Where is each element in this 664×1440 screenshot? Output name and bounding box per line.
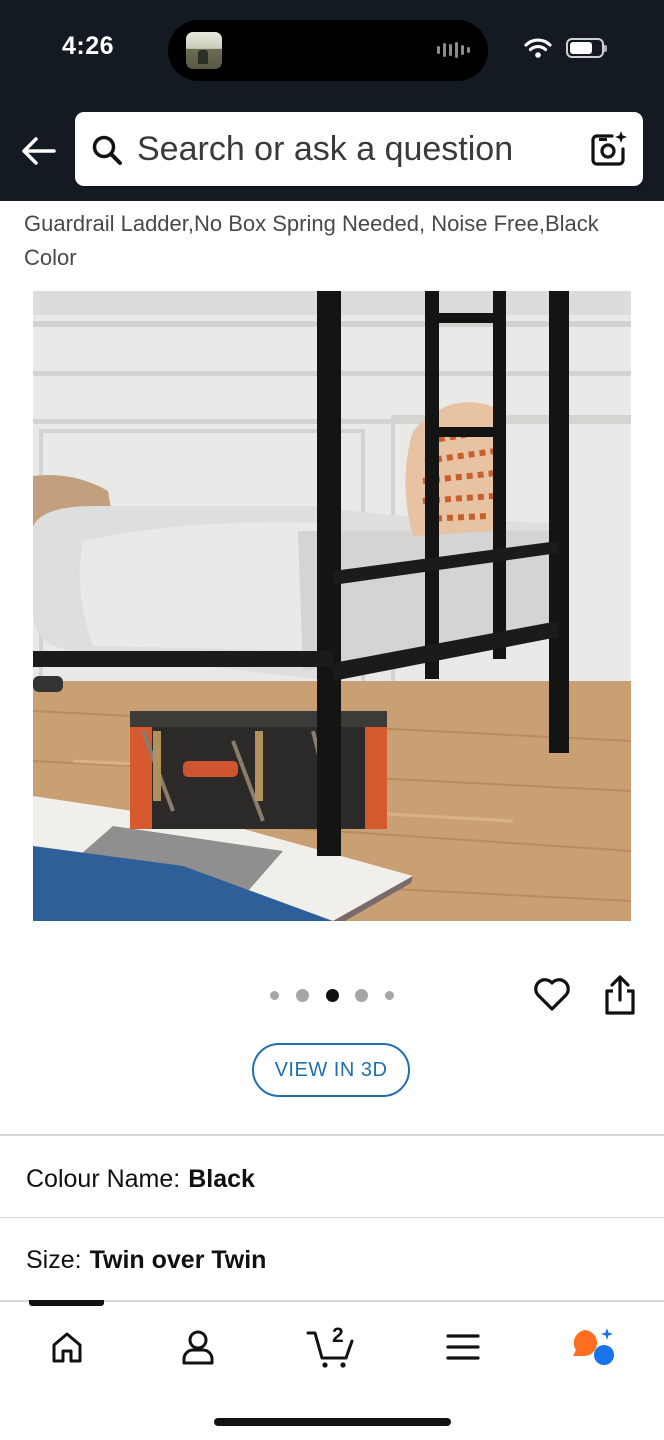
back-button[interactable] [18, 132, 58, 170]
nav-home[interactable] [32, 1322, 102, 1372]
colour-row[interactable]: Colour Name: Black [26, 1165, 255, 1194]
view-in-3d-button[interactable]: VIEW IN 3D [252, 1043, 410, 1097]
status-time: 4:26 [62, 32, 115, 60]
colour-label: Colour Name: [26, 1165, 181, 1193]
app-header: 4:26 [0, 0, 664, 201]
size-row[interactable]: Size: Twin over Twin [26, 1246, 266, 1275]
bunk-bed-photo [33, 291, 631, 921]
home-icon [52, 1332, 82, 1363]
size-label: Size: [26, 1246, 82, 1274]
nav-rufus[interactable] [558, 1322, 628, 1372]
search-bar[interactable] [75, 112, 643, 186]
carousel-dot[interactable] [355, 988, 369, 1002]
bottom-nav: 2 [0, 1300, 664, 1440]
menu-icon [446, 1334, 480, 1360]
carousel-dots[interactable] [270, 988, 394, 1002]
wifi-icon [524, 38, 552, 58]
size-value: Twin over Twin [89, 1246, 267, 1274]
carousel-dot[interactable] [385, 990, 394, 1000]
camera-search-icon[interactable] [589, 129, 629, 169]
nav-cart[interactable]: 2 [296, 1322, 366, 1372]
share-icon[interactable] [602, 974, 638, 1016]
status-icons [524, 37, 607, 59]
back-arrow-icon [22, 137, 56, 165]
cart-icon [306, 1331, 354, 1368]
nav-menu[interactable] [428, 1322, 498, 1372]
home-indicator[interactable] [214, 1418, 451, 1426]
carousel-dot-active[interactable] [325, 988, 339, 1002]
rufus-icon [573, 1328, 614, 1365]
dynamic-island[interactable] [168, 20, 488, 81]
heart-icon[interactable] [532, 974, 572, 1014]
battery-icon [566, 38, 607, 58]
audio-wave-icon [437, 42, 470, 58]
search-input[interactable] [137, 112, 577, 186]
account-icon [182, 1330, 214, 1365]
active-tab-indicator [29, 1300, 104, 1306]
music-thumbnail-icon [186, 32, 222, 69]
search-icon [92, 135, 122, 165]
nav-account[interactable] [163, 1322, 233, 1372]
product-image[interactable] [33, 291, 631, 921]
colour-value: Black [188, 1165, 255, 1193]
row-divider [0, 1217, 664, 1218]
carousel-dot[interactable] [295, 988, 309, 1002]
product-title: Guardrail Ladder,No Box Spring Needed, N… [24, 211, 599, 270]
cart-count-badge: 2 [332, 1324, 344, 1347]
carousel-dot[interactable] [270, 990, 279, 1000]
section-divider [0, 1134, 664, 1136]
